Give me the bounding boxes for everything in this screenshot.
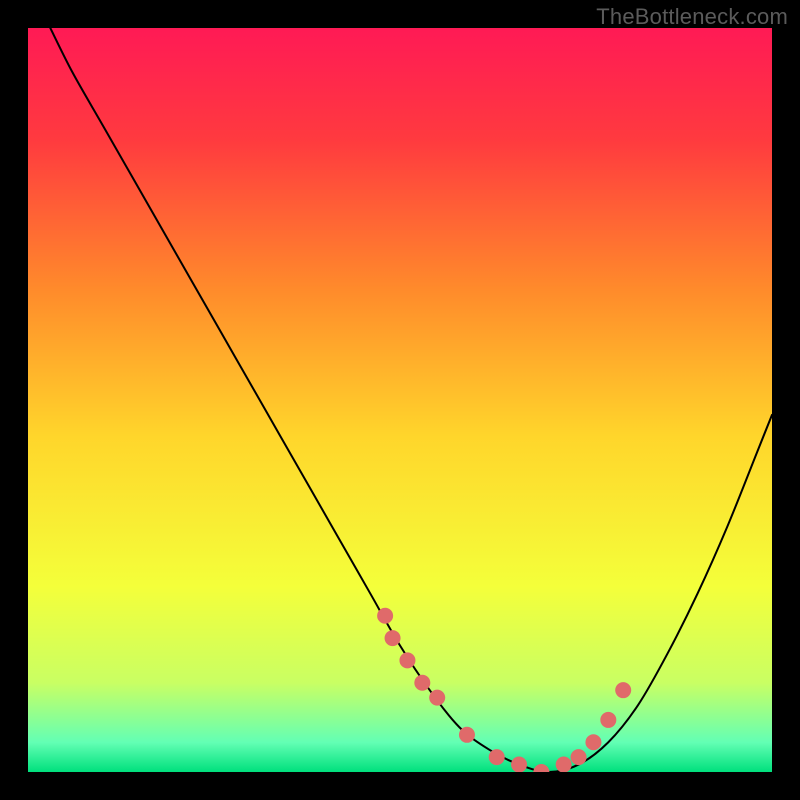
data-point — [414, 675, 430, 691]
watermark-text: TheBottleneck.com — [596, 4, 788, 30]
data-point — [385, 630, 401, 646]
data-point — [489, 749, 505, 765]
data-point — [459, 727, 475, 743]
data-point — [585, 734, 601, 750]
data-point — [429, 690, 445, 706]
plot-area — [28, 28, 772, 772]
data-point — [615, 682, 631, 698]
chart-svg — [28, 28, 772, 772]
data-point — [600, 712, 616, 728]
data-point — [399, 652, 415, 668]
chart-canvas: TheBottleneck.com — [0, 0, 800, 800]
data-point — [511, 757, 527, 772]
data-point — [571, 749, 587, 765]
data-point — [377, 608, 393, 624]
data-point — [556, 757, 572, 772]
